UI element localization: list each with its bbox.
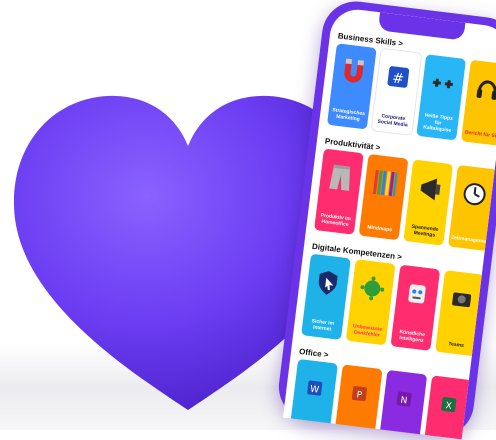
course-card[interactable]: Mindmaps bbox=[358, 153, 409, 241]
course-card[interactable]: Strategisches Marketing bbox=[326, 43, 377, 130]
course-label: Teams bbox=[448, 341, 465, 349]
powerpoint-icon: P bbox=[351, 386, 368, 402]
svg-text:#: # bbox=[391, 70, 405, 87]
section-business-skills: Business Skills > Strategisches Marketin… bbox=[326, 29, 496, 146]
section-digitale-kompetenzen: Digitale Kompetenzen > Sicher im Interne… bbox=[301, 240, 485, 357]
onenote-icon: N bbox=[396, 391, 412, 407]
course-card[interactable]: N bbox=[377, 369, 428, 440]
course-label: Sicher im Internet bbox=[311, 318, 335, 333]
section-office: Office > W P N X bbox=[288, 345, 472, 440]
course-card[interactable]: W bbox=[288, 358, 338, 440]
word-icon: W bbox=[307, 380, 323, 396]
course-label: Produktiv im Homeoffice bbox=[320, 212, 352, 228]
svg-text:N: N bbox=[400, 396, 408, 407]
course-card[interactable]: Unbewusste Denkfehler bbox=[345, 259, 396, 346]
course-label: Zeitmanagement bbox=[450, 234, 491, 246]
course-card[interactable]: P bbox=[332, 364, 383, 440]
course-label: Unbewusste Denkfehler bbox=[352, 323, 383, 339]
shield-cursor-icon bbox=[318, 270, 338, 295]
svg-text:X: X bbox=[445, 401, 452, 412]
sweatpants-icon bbox=[329, 164, 351, 191]
course-label: Spannende Meetings bbox=[411, 223, 439, 239]
megaphone-icon bbox=[420, 178, 441, 201]
course-label: Corporate Social Media bbox=[377, 113, 408, 129]
section-produktivitaet: Produktivität > Produktiv im Homeoffice bbox=[314, 135, 496, 252]
course-label: Bericht für Sie bbox=[464, 129, 496, 140]
magnet-icon bbox=[344, 58, 365, 83]
hashtag-icon: # bbox=[387, 66, 410, 88]
app-screen: Business Skills > Strategisches Marketin… bbox=[282, 6, 496, 440]
clock-icon bbox=[463, 183, 486, 206]
course-card[interactable]: Produktiv im Homeoffice bbox=[314, 148, 364, 235]
course-card[interactable]: Bericht für Sie bbox=[460, 59, 496, 146]
plus-plus-icon bbox=[432, 78, 453, 89]
course-label: Heiße Tipps für Kaltakquise bbox=[422, 112, 454, 134]
course-card[interactable]: Spannende Meetings bbox=[403, 159, 454, 246]
robot-icon bbox=[408, 284, 426, 304]
camera-icon bbox=[452, 292, 472, 308]
course-card[interactable]: Künstliche Intelligenz bbox=[390, 264, 441, 351]
course-card[interactable]: Sicher im Internet bbox=[301, 253, 351, 340]
headphones-icon bbox=[476, 80, 496, 100]
course-label: Künstliche Intelligenz bbox=[398, 329, 426, 344]
course-card[interactable]: # Corporate Social Media bbox=[371, 48, 422, 135]
excel-icon: X bbox=[441, 396, 457, 413]
svg-text:W: W bbox=[309, 385, 319, 396]
smartphone: Business Skills > Strategisches Marketin… bbox=[275, 0, 496, 440]
course-label: Strategisches Marketing bbox=[331, 107, 366, 123]
course-card[interactable]: Heiße Tipps für Kaltakquise bbox=[416, 54, 466, 141]
course-label: Mindmaps bbox=[367, 224, 393, 234]
pencils-icon bbox=[372, 169, 398, 197]
virus-icon bbox=[360, 276, 385, 301]
